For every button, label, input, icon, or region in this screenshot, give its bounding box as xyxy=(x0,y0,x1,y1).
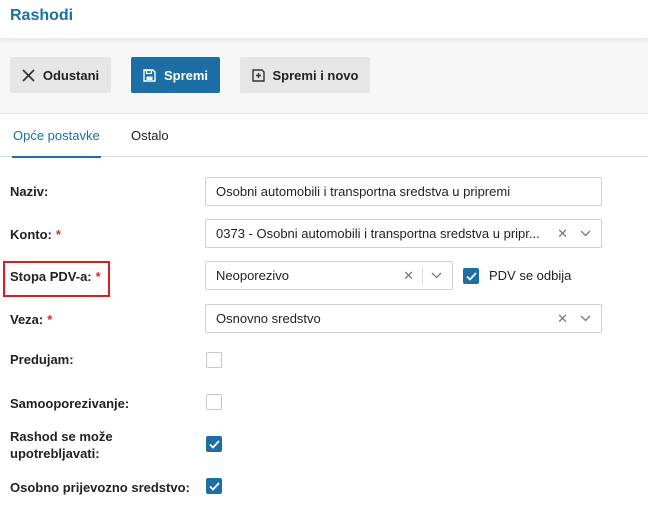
stopa-pdv-select[interactable]: Neoporezivo ✕ xyxy=(205,261,453,290)
save-and-new-button[interactable]: Spremi i novo xyxy=(240,57,370,93)
checkmark-icon xyxy=(208,481,220,491)
floppy-disk-icon xyxy=(143,68,156,82)
cancel-button[interactable]: Odustani xyxy=(10,57,111,93)
clear-x-icon[interactable]: ✕ xyxy=(403,268,414,284)
veza-label: Veza: * xyxy=(10,312,53,327)
pdv-se-odbija-label: PDV se odbija xyxy=(489,268,572,283)
save-button-label: Spremi xyxy=(163,67,209,83)
veza-select[interactable]: Osnovno sredstvo ✕ xyxy=(205,304,602,333)
clear-x-icon[interactable]: ✕ xyxy=(557,311,568,327)
stopa-pdv-label: Stopa PDV-a: * xyxy=(10,269,101,284)
naziv-input[interactable]: Osobni automobili i transportna sredstva… xyxy=(205,177,602,206)
page-header: Rashodi xyxy=(0,0,648,38)
page-title: Rashodi xyxy=(10,7,74,24)
checkmark-icon xyxy=(208,439,220,449)
cancel-button-label: Odustani xyxy=(42,67,100,83)
save-and-new-button-label: Spremi i novo xyxy=(272,67,359,83)
rashod-label: Rashod se može upotrebljavati: xyxy=(10,429,113,461)
tab-bar: Opće postavke Ostalo xyxy=(0,114,648,158)
chevron-down-icon[interactable] xyxy=(580,315,591,322)
clear-x-icon[interactable]: ✕ xyxy=(557,226,568,242)
floppy-disk-plus-icon xyxy=(251,68,265,82)
predujam-label: Predujam: xyxy=(10,352,74,367)
konto-label: Konto: * xyxy=(10,227,61,242)
chevron-down-icon[interactable] xyxy=(580,230,591,237)
samooporezivanje-checkbox[interactable] xyxy=(206,394,222,410)
naziv-label: Naziv: xyxy=(10,184,49,199)
save-button[interactable]: Spremi xyxy=(131,57,220,93)
konto-select[interactable]: 0373 - Osobni automobili i transportna s… xyxy=(205,219,602,248)
tab-other[interactable]: Ostalo xyxy=(131,128,169,143)
required-marker: * xyxy=(47,312,53,327)
tab-general-settings[interactable]: Opće postavke xyxy=(12,128,101,158)
required-marker: * xyxy=(55,227,61,242)
osobno-prijevozno-checkbox[interactable] xyxy=(206,478,222,494)
checkmark-icon xyxy=(465,271,477,281)
predujam-checkbox[interactable] xyxy=(206,352,222,368)
samooporezivanje-label: Samooporezivanje: xyxy=(10,396,130,411)
required-marker: * xyxy=(95,269,101,284)
osobno-prijevozno-label: Osobno prijevozno sredstvo: xyxy=(10,480,190,495)
rashod-checkbox[interactable] xyxy=(206,436,222,452)
pdv-se-odbija-checkbox[interactable] xyxy=(463,268,479,284)
chevron-down-icon[interactable] xyxy=(431,272,442,279)
toolbar: Odustani Spremi Spremi i novo xyxy=(0,38,648,114)
close-icon xyxy=(22,68,35,82)
